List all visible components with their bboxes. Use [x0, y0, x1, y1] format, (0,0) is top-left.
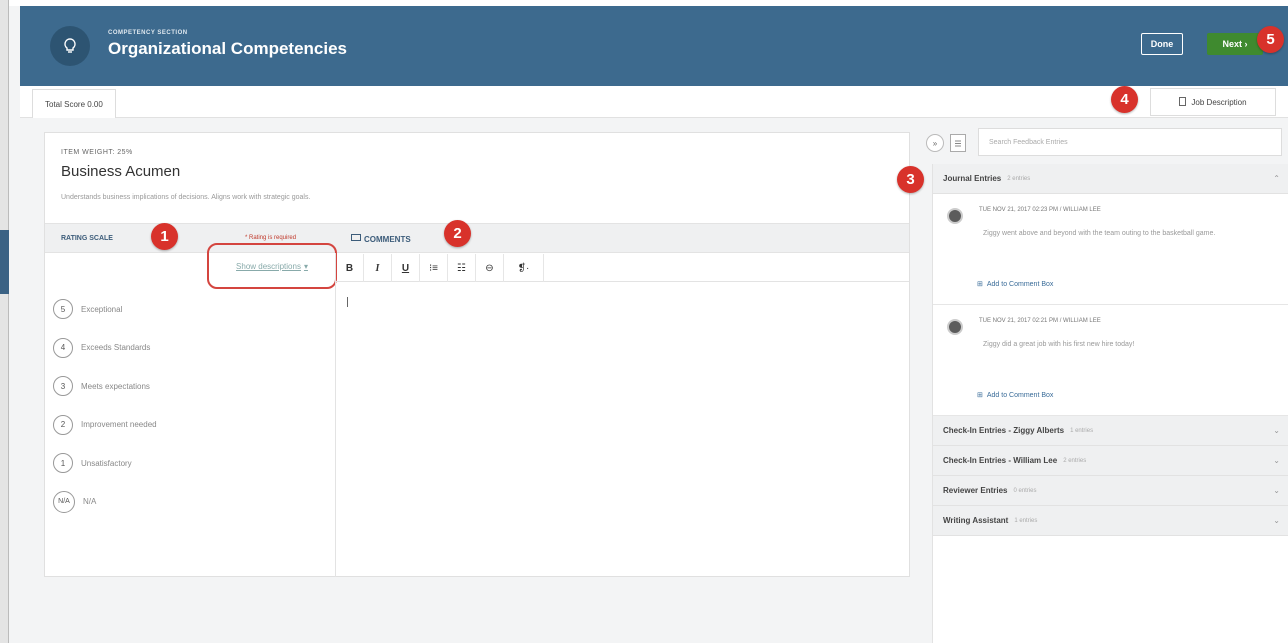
accordion-title: Journal Entries: [943, 174, 1002, 183]
accordion-count: 2 entries: [1063, 457, 1087, 464]
journal-entry: TUE NOV 21, 2017 02:23 PM / WILLIAM LEE …: [933, 194, 1288, 305]
accordion-count: 2 entries: [1007, 175, 1031, 182]
feedback-toolbar: » Search Feedback Entries: [922, 128, 1288, 160]
job-description-button[interactable]: Job Description: [1150, 88, 1276, 116]
job-description-label: Job Description: [1191, 97, 1247, 107]
section-eyebrow: COMPETENCY SECTION: [108, 30, 188, 36]
callout-badge-2: 2: [444, 220, 471, 247]
chevron-down-icon: ⌄: [1273, 486, 1280, 495]
rating-label: Exceptional: [81, 304, 123, 314]
rating-option-4[interactable]: 4 Exceeds Standards: [53, 329, 157, 368]
callout-badge-3: 3: [897, 166, 924, 193]
callout-badge-4: 4: [1111, 86, 1138, 113]
rating-option-3[interactable]: 3 Meets expectations: [53, 367, 157, 406]
accordion-count: 0 entries: [1013, 487, 1037, 494]
document-icon: [1179, 96, 1187, 108]
rating-label: Exceeds Standards: [81, 343, 151, 353]
competency-title: Business Acumen: [61, 163, 181, 180]
chevron-down-icon: ⌄: [1273, 456, 1280, 465]
underline-button[interactable]: U: [392, 254, 420, 282]
accordion-title: Writing Assistant: [943, 516, 1009, 525]
rating-radio[interactable]: 2: [53, 414, 73, 435]
feedback-search-input[interactable]: Search Feedback Entries: [978, 128, 1282, 156]
avatar: [947, 319, 963, 335]
link-button[interactable]: ⊖: [476, 254, 504, 282]
journal-entries-header[interactable]: Journal Entries 2 entries ⌃: [933, 164, 1288, 194]
score-bar: Total Score 0.00 Job Description: [20, 86, 1288, 118]
comment-add-icon: ⊞: [977, 281, 983, 288]
writing-assistant-header[interactable]: Writing Assistant 1 entries ⌄: [933, 506, 1288, 536]
show-descriptions-link[interactable]: Show descriptions ▾: [207, 243, 337, 289]
rating-radio[interactable]: 1: [53, 453, 73, 474]
rating-radio[interactable]: 4: [53, 337, 73, 358]
add-to-comment-link[interactable]: ⊞ Add to Comment Box: [977, 391, 1054, 400]
format-dropdown-button[interactable]: ❡·: [504, 254, 544, 282]
callout-badge-5: 5: [1257, 26, 1284, 53]
rating-label: N/A: [83, 497, 97, 507]
bold-button[interactable]: B: [336, 254, 364, 282]
numbered-list-button[interactable]: ⁝≡: [420, 254, 448, 282]
reviewer-entries-header[interactable]: Reviewer Entries 0 entries ⌄: [933, 476, 1288, 506]
comment-icon: [351, 234, 361, 244]
checkin-ziggy-header[interactable]: Check-In Entries - Ziggy Alberts 1 entri…: [933, 416, 1288, 446]
rating-option-2[interactable]: 2 Improvement needed: [53, 406, 157, 445]
done-button[interactable]: Done: [1141, 33, 1183, 55]
chevron-down-icon: ⌄: [1273, 516, 1280, 525]
add-to-comment-link[interactable]: ⊞ Add to Comment Box: [977, 280, 1054, 289]
entry-text: Ziggy went above and beyond with the tea…: [983, 230, 1216, 237]
competency-card: ITEM WEIGHT: 25% Business Acumen Underst…: [44, 132, 910, 577]
entry-meta: TUE NOV 21, 2017 02:23 PM / WILLIAM LEE: [979, 207, 1101, 213]
add-to-comment-label: Add to Comment Box: [986, 280, 1054, 288]
frame-indicator: [0, 230, 9, 294]
chevron-down-icon: ⌄: [1273, 426, 1280, 435]
rating-option-5[interactable]: 5 Exceptional: [53, 290, 157, 329]
accordion-title: Check-In Entries - William Lee: [943, 456, 1058, 465]
next-button[interactable]: Next ›: [1207, 33, 1263, 55]
rating-radio[interactable]: N/A: [53, 490, 75, 513]
rating-radio[interactable]: 3: [53, 376, 73, 397]
accordion-count: 1 entries: [1014, 517, 1038, 524]
comments-header[interactable]: COMMENTS: [351, 234, 411, 244]
avatar: [947, 208, 963, 224]
rating-required-note: * Rating is required: [245, 235, 297, 241]
chevron-up-icon: ⌃: [1273, 174, 1280, 183]
editor-toolbar: B I U ⁝≡ ☷ ⊖ ❡·: [336, 254, 909, 282]
comment-add-icon: ⊞: [977, 392, 983, 399]
checkin-william-header[interactable]: Check-In Entries - William Lee 2 entries…: [933, 446, 1288, 476]
show-descriptions-label: Show descriptions: [236, 261, 301, 271]
window-frame: [0, 0, 9, 643]
collapse-panel-icon[interactable]: »: [926, 134, 944, 152]
competency-description: Understands business implications of dec…: [61, 194, 311, 201]
item-weight: ITEM WEIGHT: 25%: [61, 149, 133, 156]
accordion-title: Check-In Entries - Ziggy Alberts: [943, 426, 1065, 435]
callout-badge-1: 1: [151, 223, 178, 250]
bullet-list-button[interactable]: ☷: [448, 254, 476, 282]
journal-entry: TUE NOV 21, 2017 02:21 PM / WILLIAM LEE …: [933, 305, 1288, 416]
rating-option-na[interactable]: N/A N/A: [53, 483, 157, 522]
comments-label: COMMENTS: [364, 234, 411, 244]
accordion-title: Reviewer Entries: [943, 486, 1008, 495]
list-view-icon[interactable]: [950, 134, 966, 152]
app-header: COMPETENCY SECTION Organizational Compet…: [20, 6, 1288, 86]
accordion-count: 1 entries: [1070, 427, 1094, 434]
rating-label: Unsatisfactory: [81, 458, 132, 468]
feedback-panel: Journal Entries 2 entries ⌃ TUE NOV 21, …: [932, 164, 1288, 643]
rating-label: Meets expectations: [81, 381, 150, 391]
italic-button[interactable]: I: [364, 254, 392, 282]
editor-caret: [347, 297, 348, 307]
rating-label: Improvement needed: [81, 420, 157, 430]
column-divider: [335, 253, 336, 577]
total-score-tab[interactable]: Total Score 0.00: [32, 89, 116, 118]
entry-text: Ziggy did a great job with his first new…: [983, 341, 1135, 348]
entry-meta: TUE NOV 21, 2017 02:21 PM / WILLIAM LEE: [979, 318, 1101, 324]
lightbulb-icon: [50, 26, 90, 66]
rating-option-1[interactable]: 1 Unsatisfactory: [53, 444, 157, 483]
rating-options: 5 Exceptional 4 Exceeds Standards 3 Meets e…: [53, 290, 157, 521]
page-title: Organizational Competencies: [108, 39, 347, 58]
rating-scale-header: RATING SCALE: [61, 235, 113, 242]
add-to-comment-label: Add to Comment Box: [986, 391, 1054, 399]
rating-radio[interactable]: 5: [53, 299, 73, 320]
chevron-down-icon: ▾: [303, 261, 308, 271]
